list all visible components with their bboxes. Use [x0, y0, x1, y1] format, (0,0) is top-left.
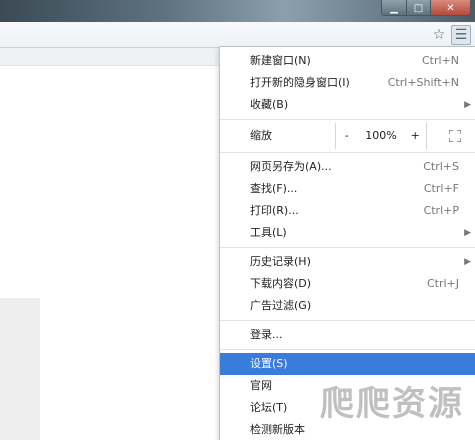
browser-toolbar: ☆ ☰	[0, 22, 475, 48]
zoom-row: 缩放 - 100% +	[220, 123, 475, 149]
menu-item-label: 官网	[250, 379, 272, 392]
menu-item-bookmarks[interactable]: 收藏(B) ▶	[220, 94, 475, 116]
main-menu-button[interactable]: ☰	[451, 25, 471, 45]
menu-item-label: 网页另存为(A)...	[250, 160, 332, 173]
menu-item-settings[interactable]: 设置(S)	[220, 353, 475, 375]
menu-item-downloads[interactable]: 下载内容(D) Ctrl+J	[220, 273, 475, 295]
bookmark-star-button[interactable]: ☆	[429, 25, 449, 45]
menu-item-label: 工具(L)	[250, 226, 287, 239]
menu-separator	[220, 349, 475, 350]
submenu-arrow-icon: ▶	[464, 257, 471, 267]
menu-item-shortcut: Ctrl+F	[423, 182, 459, 195]
menu-item-save-as[interactable]: 网页另存为(A)... Ctrl+S	[220, 156, 475, 178]
content-panel	[0, 298, 40, 440]
minimize-button[interactable]: ▁	[382, 0, 406, 15]
menu-item-label: 新建窗口(N)	[250, 54, 311, 67]
menu-item-label: 登录...	[250, 328, 283, 341]
menu-item-incognito[interactable]: 打开新的隐身窗口(I) Ctrl+Shift+N	[220, 72, 475, 94]
zoom-control: - 100% +	[335, 123, 427, 149]
menu-item-tools[interactable]: 工具(L) ▶	[220, 222, 475, 244]
menu-item-find[interactable]: 查找(F)... Ctrl+F	[220, 178, 475, 200]
menu-item-label: 检测新版本	[250, 423, 305, 436]
menu-item-label: 收藏(B)	[250, 98, 289, 111]
zoom-out-button[interactable]: -	[336, 123, 358, 149]
maximize-icon: □	[413, 2, 424, 14]
window-title-bar: ▁ □ ✕	[0, 0, 475, 22]
window-controls: ▁ □ ✕	[381, 0, 471, 16]
main-dropdown-menu: 新建窗口(N) Ctrl+N 打开新的隐身窗口(I) Ctrl+Shift+N …	[219, 46, 475, 440]
zoom-level-value: 100%	[365, 129, 397, 142]
menu-item-new-window[interactable]: 新建窗口(N) Ctrl+N	[220, 50, 475, 72]
menu-item-label: 广告过滤(G)	[250, 299, 312, 312]
content-header-strip	[0, 48, 220, 66]
star-icon: ☆	[432, 27, 446, 43]
menu-separator	[220, 320, 475, 321]
menu-item-label: 打开新的隐身窗口(I)	[250, 76, 350, 89]
menu-separator	[220, 247, 475, 248]
menu-separator	[220, 119, 475, 120]
menu-item-adblock[interactable]: 广告过滤(G)	[220, 295, 475, 317]
menu-item-shortcut: Ctrl+S	[423, 160, 459, 173]
menu-separator	[220, 152, 475, 153]
menu-item-label: 论坛(T)	[250, 401, 288, 414]
menu-item-label: 设置(S)	[250, 357, 288, 370]
menu-item-login[interactable]: 登录...	[220, 324, 475, 346]
hamburger-menu-icon: ☰	[454, 27, 468, 43]
menu-item-shortcut: Ctrl+Shift+N	[387, 76, 459, 89]
menu-item-label: 历史记录(H)	[250, 255, 311, 268]
menu-item-label: 查找(F)...	[250, 182, 298, 195]
menu-item-shortcut: Ctrl+J	[426, 277, 459, 290]
submenu-arrow-icon: ▶	[464, 228, 471, 238]
menu-item-check-update[interactable]: 检测新版本	[220, 419, 475, 440]
fullscreen-icon[interactable]	[449, 130, 461, 142]
menu-item-shortcut: Ctrl+P	[423, 204, 459, 217]
maximize-button[interactable]: □	[406, 0, 430, 15]
menu-item-label: 下载内容(D)	[250, 277, 312, 290]
zoom-in-button[interactable]: +	[404, 123, 426, 149]
zoom-label: 缩放	[250, 129, 272, 142]
menu-item-shortcut: Ctrl+N	[421, 54, 459, 67]
close-button[interactable]: ✕	[430, 0, 470, 15]
menu-item-forum[interactable]: 论坛(T)	[220, 397, 475, 419]
submenu-arrow-icon: ▶	[464, 100, 471, 110]
menu-item-print[interactable]: 打印(R)... Ctrl+P	[220, 200, 475, 222]
menu-item-history[interactable]: 历史记录(H) ▶	[220, 251, 475, 273]
menu-item-label: 打印(R)...	[250, 204, 299, 217]
menu-item-official-site[interactable]: 官网	[220, 375, 475, 397]
minimize-icon: ▁	[390, 2, 398, 14]
page-content	[0, 48, 220, 440]
close-icon: ✕	[446, 2, 455, 14]
